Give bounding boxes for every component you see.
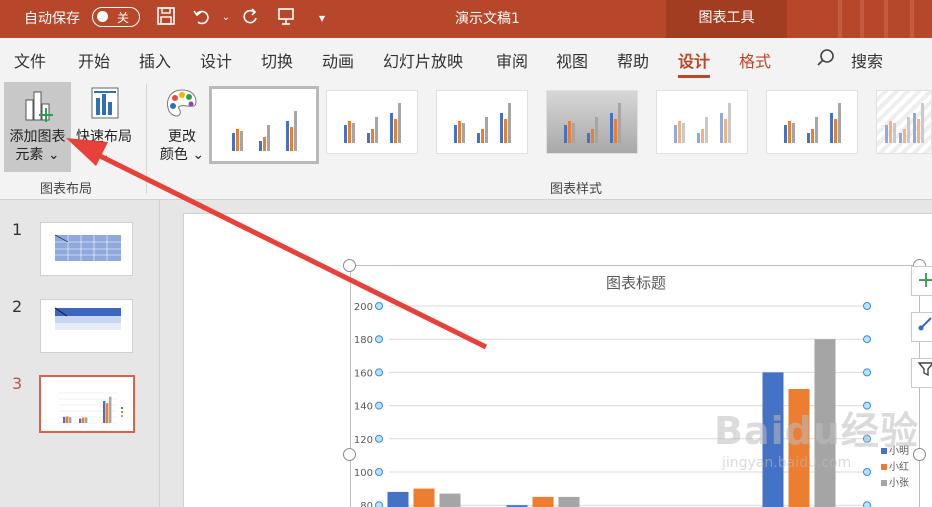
watermark-url: jingyan.baidu.com (722, 455, 852, 471)
watermark: Baidu经验 jingyan.baidu.com (714, 400, 932, 500)
watermark-text: Baidu经验 (714, 409, 919, 453)
